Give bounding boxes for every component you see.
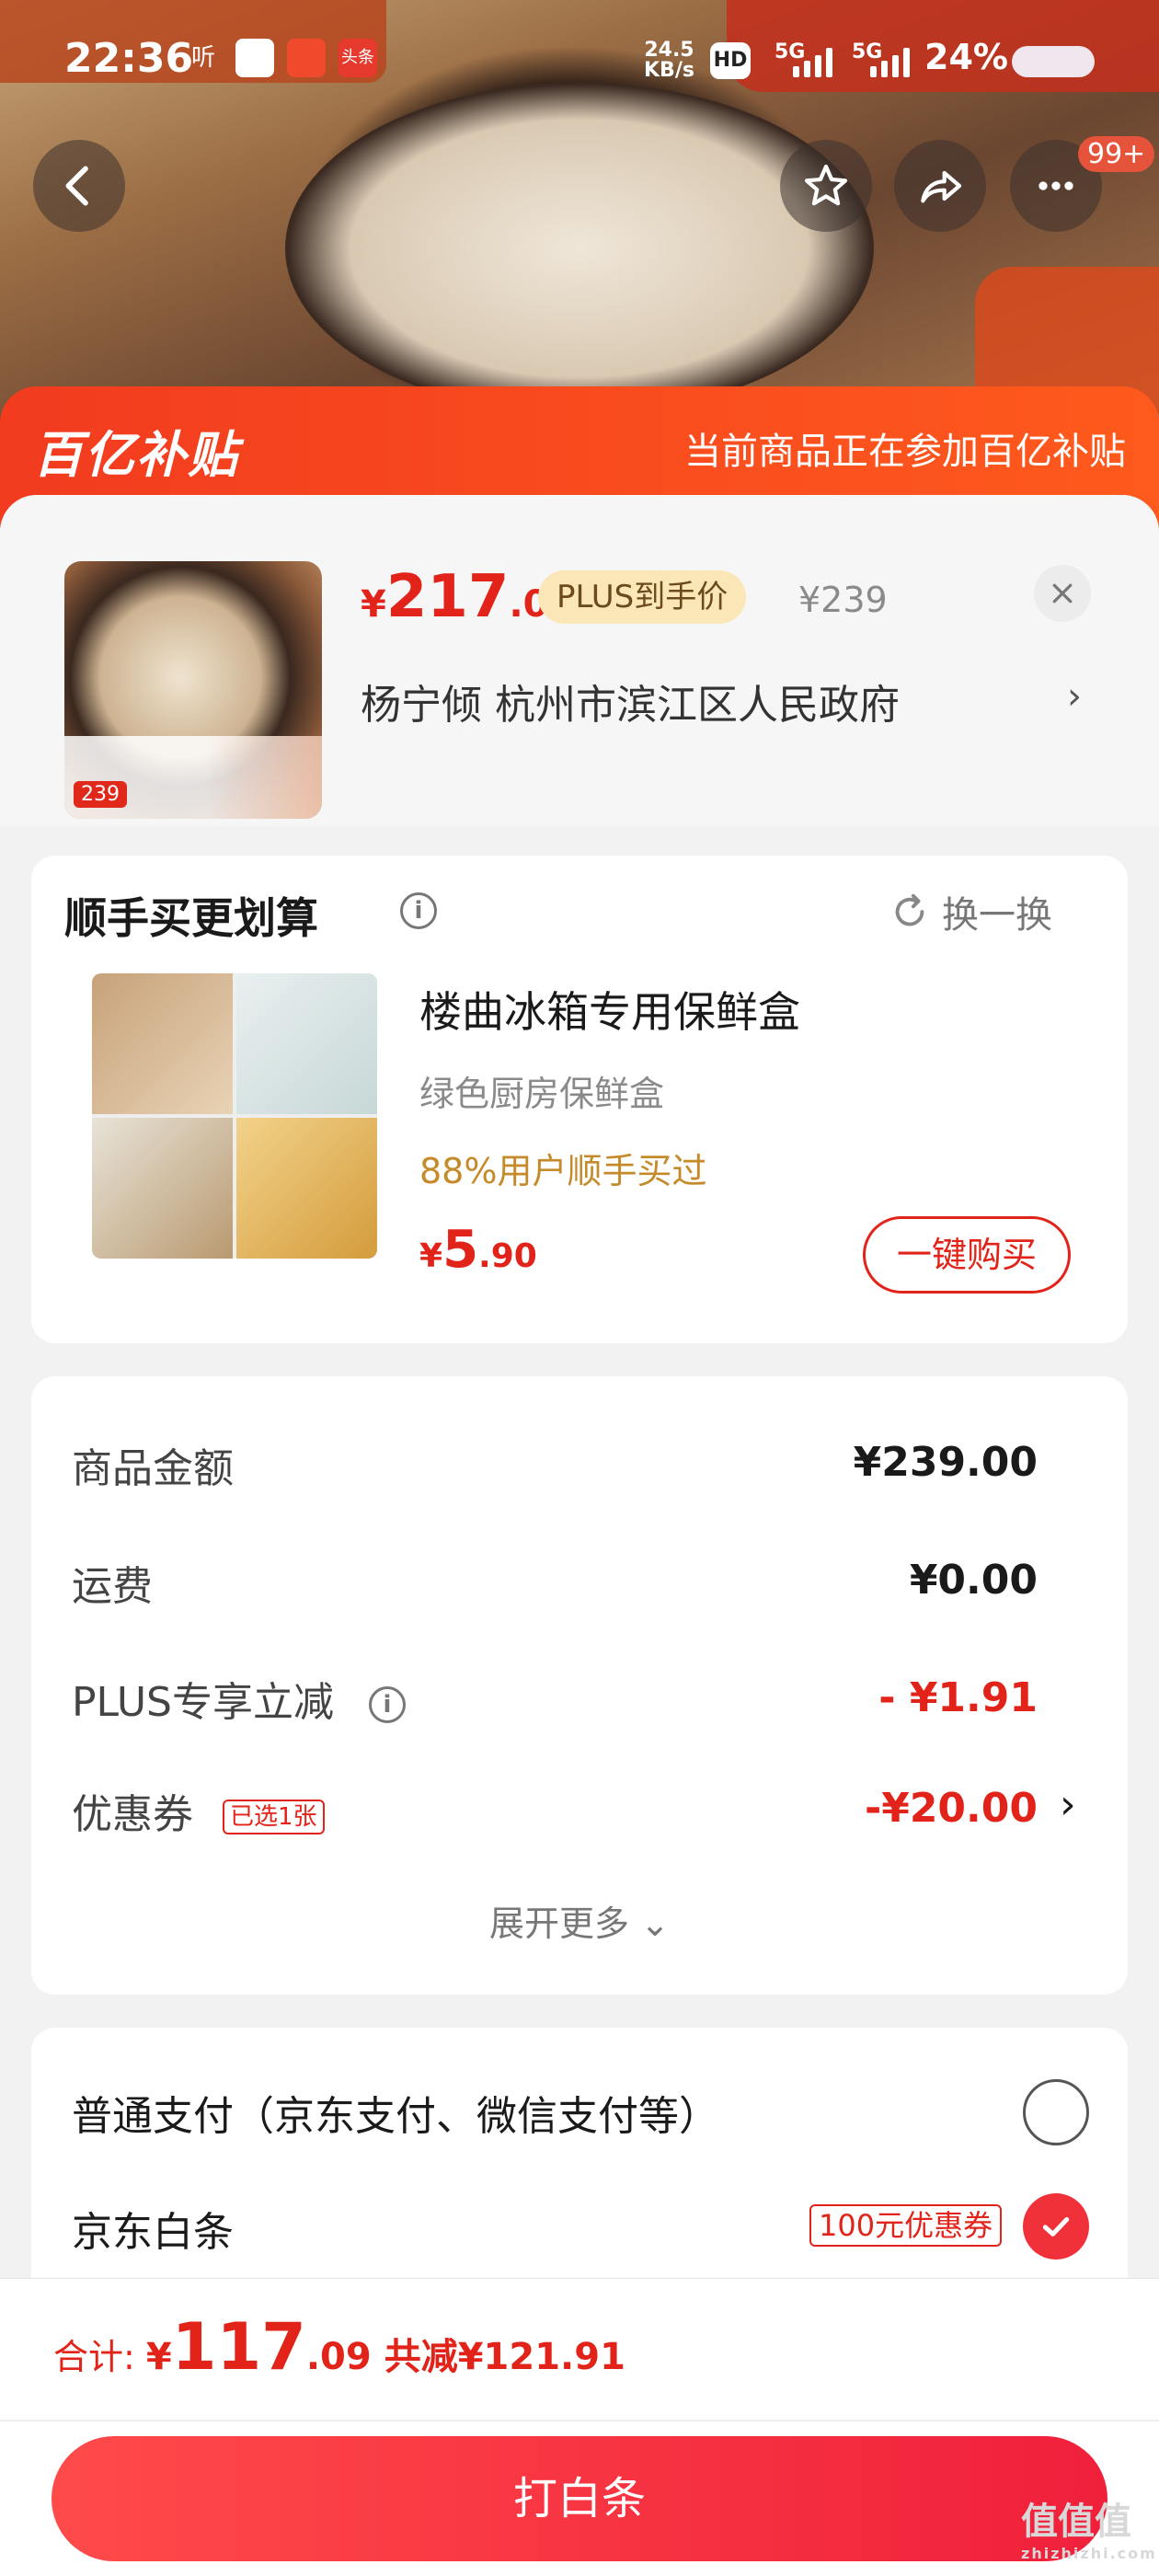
check-icon bbox=[1042, 2217, 1070, 2237]
share-button[interactable] bbox=[894, 140, 986, 232]
subsidy-logo: 百亿补贴 bbox=[33, 426, 239, 484]
more-icon bbox=[1039, 181, 1073, 190]
shipping-label: 运费 bbox=[72, 1563, 153, 1610]
payment-option-baitiao-label: 京东白条 bbox=[72, 2209, 234, 2256]
recommend-buy-rate: 88%用户顺手买过 bbox=[419, 1151, 707, 1191]
plus-price-badge: PLUS到手价 bbox=[538, 570, 747, 624]
close-button[interactable] bbox=[1034, 565, 1091, 622]
plus-info-icon[interactable]: i bbox=[369, 1686, 406, 1723]
message-badge: 99+ bbox=[1078, 136, 1155, 172]
info-icon[interactable]: i bbox=[400, 892, 437, 929]
recommend-product-name[interactable]: 楼曲冰箱专用保鲜盒 bbox=[419, 979, 800, 1040]
hd-icon: HD bbox=[710, 42, 751, 79]
signal-bars-2-icon bbox=[870, 46, 910, 77]
order-total: 合计: ¥117.09 共减¥121.91 bbox=[53, 2309, 625, 2385]
back-icon bbox=[65, 166, 88, 206]
total-savings: 共减¥121.91 bbox=[384, 2336, 625, 2378]
refresh-icon bbox=[895, 893, 924, 926]
expand-more-button[interactable]: 展开更多 ⌄ bbox=[0, 1895, 1159, 1946]
pinduoduo-app-icon bbox=[287, 39, 326, 77]
subtotal-value: ¥239.00 bbox=[853, 1439, 1038, 1486]
product-thumbnail: 239 bbox=[64, 561, 322, 819]
status-app-icons: 听 头条 bbox=[184, 39, 377, 77]
network-speed: 24.5 KB/s bbox=[644, 39, 694, 82]
coupon-chevron-right-icon[interactable]: › bbox=[1060, 1781, 1076, 1828]
subtotal-label: 商品金额 bbox=[72, 1445, 234, 1492]
favorite-button[interactable] bbox=[780, 140, 872, 232]
coupon-selected-tag: 已选1张 bbox=[223, 1800, 325, 1834]
subsidy-banner-text: 当前商品正在参加百亿补贴 bbox=[684, 431, 1126, 473]
thumbnail-price-tag: 239 bbox=[74, 781, 127, 808]
swap-label: 换一换 bbox=[942, 894, 1052, 937]
pot-image bbox=[285, 83, 874, 414]
baitiao-coupon-tag: 100元优惠券 bbox=[809, 2204, 1003, 2247]
delivery-address[interactable]: 杨宁倾 杭州市滨江区人民政府 bbox=[361, 672, 900, 730]
status-time: 22:36 bbox=[64, 35, 194, 82]
coupon-label[interactable]: 优惠券 已选1张 bbox=[72, 1781, 325, 1840]
status-bar: 22:36 听 头条 24.5 KB/s HD 5G 5G 24% bbox=[0, 28, 1159, 101]
original-price: ¥239 bbox=[798, 580, 888, 620]
back-button[interactable] bbox=[33, 140, 125, 232]
payment-option-normal-label: 普通支付（京东支付、微信支付等） bbox=[72, 2093, 719, 2140]
jd-app-icon bbox=[235, 39, 274, 77]
listen-app-icon: 听 bbox=[190, 44, 215, 72]
recommend-product-image[interactable] bbox=[92, 973, 377, 1259]
recommend-product-subtitle: 绿色厨房保鲜盒 bbox=[419, 1074, 665, 1114]
plus-discount-value: - ¥1.91 bbox=[878, 1674, 1038, 1721]
share-icon bbox=[921, 170, 962, 203]
signal-bars-1-icon bbox=[793, 46, 832, 77]
swap-button[interactable]: 换一换 bbox=[889, 885, 1052, 938]
site-watermark: 值值值 zhizhizhi.com bbox=[1021, 2501, 1157, 2562]
toutiao-app-icon: 头条 bbox=[339, 39, 377, 77]
star-icon bbox=[804, 164, 848, 206]
close-icon bbox=[1052, 583, 1073, 604]
recommend-price: ¥5.90 bbox=[419, 1220, 537, 1280]
one-click-buy-button[interactable]: 一键购买 bbox=[863, 1216, 1071, 1294]
coupon-value[interactable]: -¥20.00 bbox=[865, 1785, 1038, 1832]
payment-option-baitiao-radio[interactable] bbox=[1023, 2193, 1089, 2260]
shipping-value: ¥0.00 bbox=[909, 1557, 1038, 1604]
pay-baitiao-button[interactable]: 打白条 bbox=[52, 2436, 1107, 2561]
address-chevron-right-icon[interactable]: › bbox=[1067, 675, 1082, 718]
weather-cloud-icon bbox=[1012, 46, 1095, 77]
plus-discount-label: PLUS专享立减 i bbox=[72, 1669, 406, 1728]
recommend-title: 顺手买更划算 bbox=[64, 893, 318, 943]
payment-option-normal-radio[interactable] bbox=[1023, 2079, 1089, 2145]
battery-level: 24% bbox=[924, 37, 1008, 77]
